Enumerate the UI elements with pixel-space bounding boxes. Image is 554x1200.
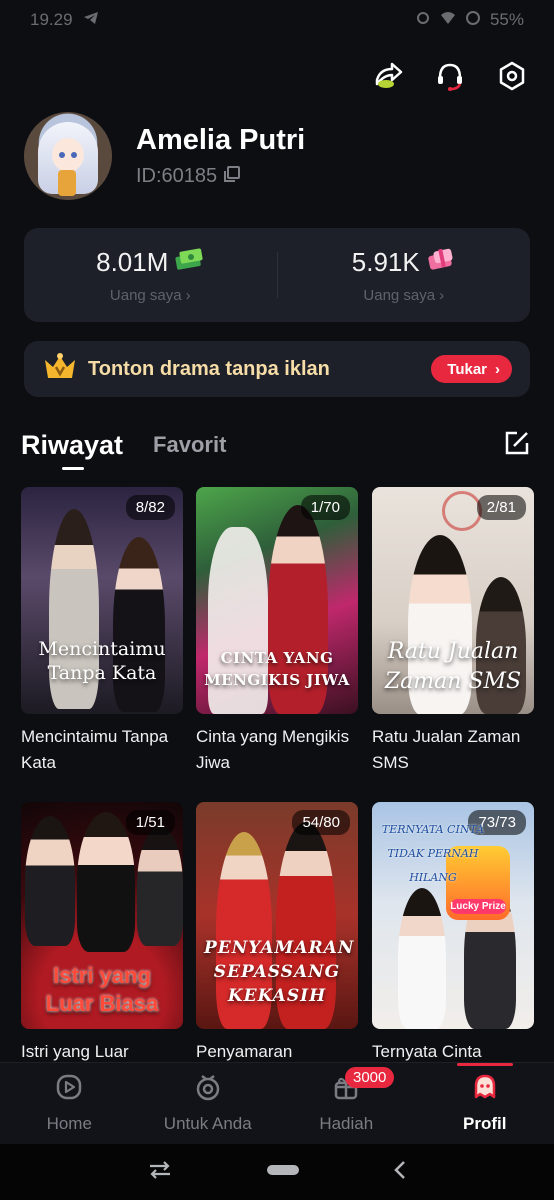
chevron-right-icon: ›	[439, 287, 445, 304]
back-icon[interactable]	[392, 1159, 408, 1186]
drama-title: Ratu Jualan Zaman SMS	[372, 727, 521, 772]
profile-header: Amelia Putri ID:60185	[24, 112, 305, 200]
drama-title: Cinta yang Mengikis Jiwa	[196, 727, 350, 772]
wallet-bonus[interactable]: 5.91K Uang saya ›	[278, 228, 531, 322]
nav-profil[interactable]: Profil	[416, 1063, 554, 1144]
nav-home[interactable]: Home	[0, 1063, 139, 1144]
battery-level: 55%	[489, 10, 524, 29]
recent-apps-icon[interactable]	[146, 1159, 174, 1186]
episode-badge: 8/82	[125, 495, 175, 520]
nav-home-label: Home	[46, 1114, 92, 1133]
top-actions	[370, 58, 530, 94]
status-bar: 19.29 55%	[0, 0, 554, 40]
settings-icon[interactable]	[494, 58, 530, 94]
hadiah-badge: 3000	[345, 1067, 395, 1088]
telegram-icon	[83, 10, 99, 30]
poster-title: TERNYATA CINTA TIDAK PERNAH HILANG	[381, 823, 485, 884]
cash-icon	[174, 246, 204, 279]
episode-badge: 1/51	[125, 810, 175, 835]
chevron-right-icon: ›	[495, 360, 500, 378]
drama-poster[interactable]: 1/70 CINTA YANG MENGIKIS JIWA	[196, 487, 358, 714]
nav-profil-label: Profil	[463, 1114, 507, 1133]
drama-card[interactable]: 1/70 CINTA YANG MENGIKIS JIWA Cinta yang…	[196, 487, 358, 776]
tab-favorit-label: Favorit	[153, 432, 227, 457]
episode-badge: 54/80	[292, 810, 350, 835]
tab-favorit[interactable]: Favorit	[153, 432, 226, 458]
drama-card[interactable]: 54/80 PENYAMARAN SEPASSANG KEKASIH Penya…	[196, 802, 358, 1065]
home-pill-icon[interactable]	[266, 1163, 300, 1182]
profile-name: Amelia Putri	[136, 123, 306, 156]
tab-indicator	[62, 466, 84, 470]
status-time: 19.29	[30, 10, 73, 29]
poster-title: PENYAMARAN SEPASSANG KEKASIH	[204, 938, 355, 1006]
gift-coupon-icon	[426, 246, 456, 279]
poster-title: Mencintaimu Tanpa Kata	[38, 638, 166, 684]
episode-badge: 1/70	[300, 495, 350, 520]
drama-poster[interactable]: 1/51 Istri yang Luar Biasa	[21, 802, 183, 1029]
episode-badge: 2/81	[476, 495, 526, 520]
alarm-icon	[416, 10, 430, 30]
drama-card[interactable]: 2/81 Ratu Jualan Zaman SMS Ratu Jualan Z…	[372, 487, 534, 776]
play-circle-icon	[55, 1073, 83, 1106]
banner-text: Tonton drama tanpa iklan	[88, 357, 330, 380]
tukar-label: Tukar	[447, 360, 487, 378]
nav-active-indicator	[456, 1063, 513, 1066]
copy-icon[interactable]	[223, 165, 241, 189]
drama-card[interactable]: Lucky Prize 73/73 TERNYATA CINTA TIDAK P…	[372, 802, 534, 1065]
battery-icon	[465, 10, 480, 30]
system-nav	[0, 1144, 554, 1200]
tab-riwayat-label: Riwayat	[21, 429, 124, 460]
avatar[interactable]	[24, 112, 112, 200]
crown-icon	[42, 352, 78, 387]
history-tabs: Riwayat Favorit	[21, 425, 531, 470]
profile-ghost-icon	[471, 1073, 499, 1106]
no-ads-banner[interactable]: Tonton drama tanpa iklan Tukar ›	[24, 341, 530, 397]
nav-untuk-anda-label: Untuk Anda	[163, 1114, 252, 1133]
drama-poster[interactable]: 54/80 PENYAMARAN SEPASSANG KEKASIH	[196, 802, 358, 1029]
bonus-label: Uang saya	[363, 287, 436, 304]
tv-icon	[194, 1073, 222, 1106]
drama-poster[interactable]: 8/82 Mencintaimu Tanpa Kata	[21, 487, 183, 714]
nav-hadiah-label: Hadiah	[319, 1114, 374, 1133]
lucky-prize-label: Lucky Prize	[450, 899, 506, 914]
drama-poster[interactable]: Lucky Prize 73/73 TERNYATA CINTA TIDAK P…	[372, 802, 534, 1029]
customer-service-icon[interactable]	[432, 58, 468, 94]
tukar-button[interactable]: Tukar ›	[431, 355, 512, 383]
bottom-nav: Home Untuk Anda Hadiah 3000 Profil	[0, 1062, 554, 1144]
drama-poster[interactable]: 2/81 Ratu Jualan Zaman SMS	[372, 487, 534, 714]
poster-title: Ratu Jualan Zaman SMS	[384, 639, 522, 694]
coins-label: Uang saya	[109, 287, 182, 304]
poster-title: Istri yang Luar Biasa	[45, 963, 159, 1016]
nav-untuk-anda[interactable]: Untuk Anda	[139, 1063, 278, 1144]
wallet-panel: 8.01M Uang saya › 5.91K Uang saya ›	[24, 228, 530, 322]
poster-title: CINTA YANG MENGIKIS JIWA	[204, 649, 350, 689]
nav-hadiah[interactable]: Hadiah 3000	[277, 1063, 416, 1144]
wallet-coins[interactable]: 8.01M Uang saya ›	[24, 228, 277, 322]
bonus-value: 5.91K	[351, 247, 420, 277]
wifi-icon	[440, 10, 456, 30]
share-icon[interactable]	[370, 58, 406, 94]
drama-card[interactable]: 8/82 Mencintaimu Tanpa Kata Mencintaimu …	[21, 487, 183, 776]
coins-value: 8.01M	[96, 247, 169, 277]
drama-card[interactable]: 1/51 Istri yang Luar Biasa Istri yang Lu…	[21, 802, 183, 1065]
tab-riwayat[interactable]: Riwayat	[21, 429, 124, 470]
edit-icon[interactable]	[503, 429, 531, 462]
drama-title: Mencintaimu Tanpa Kata	[21, 727, 169, 772]
user-id: ID:60185	[136, 165, 218, 187]
chevron-right-icon: ›	[185, 287, 191, 304]
